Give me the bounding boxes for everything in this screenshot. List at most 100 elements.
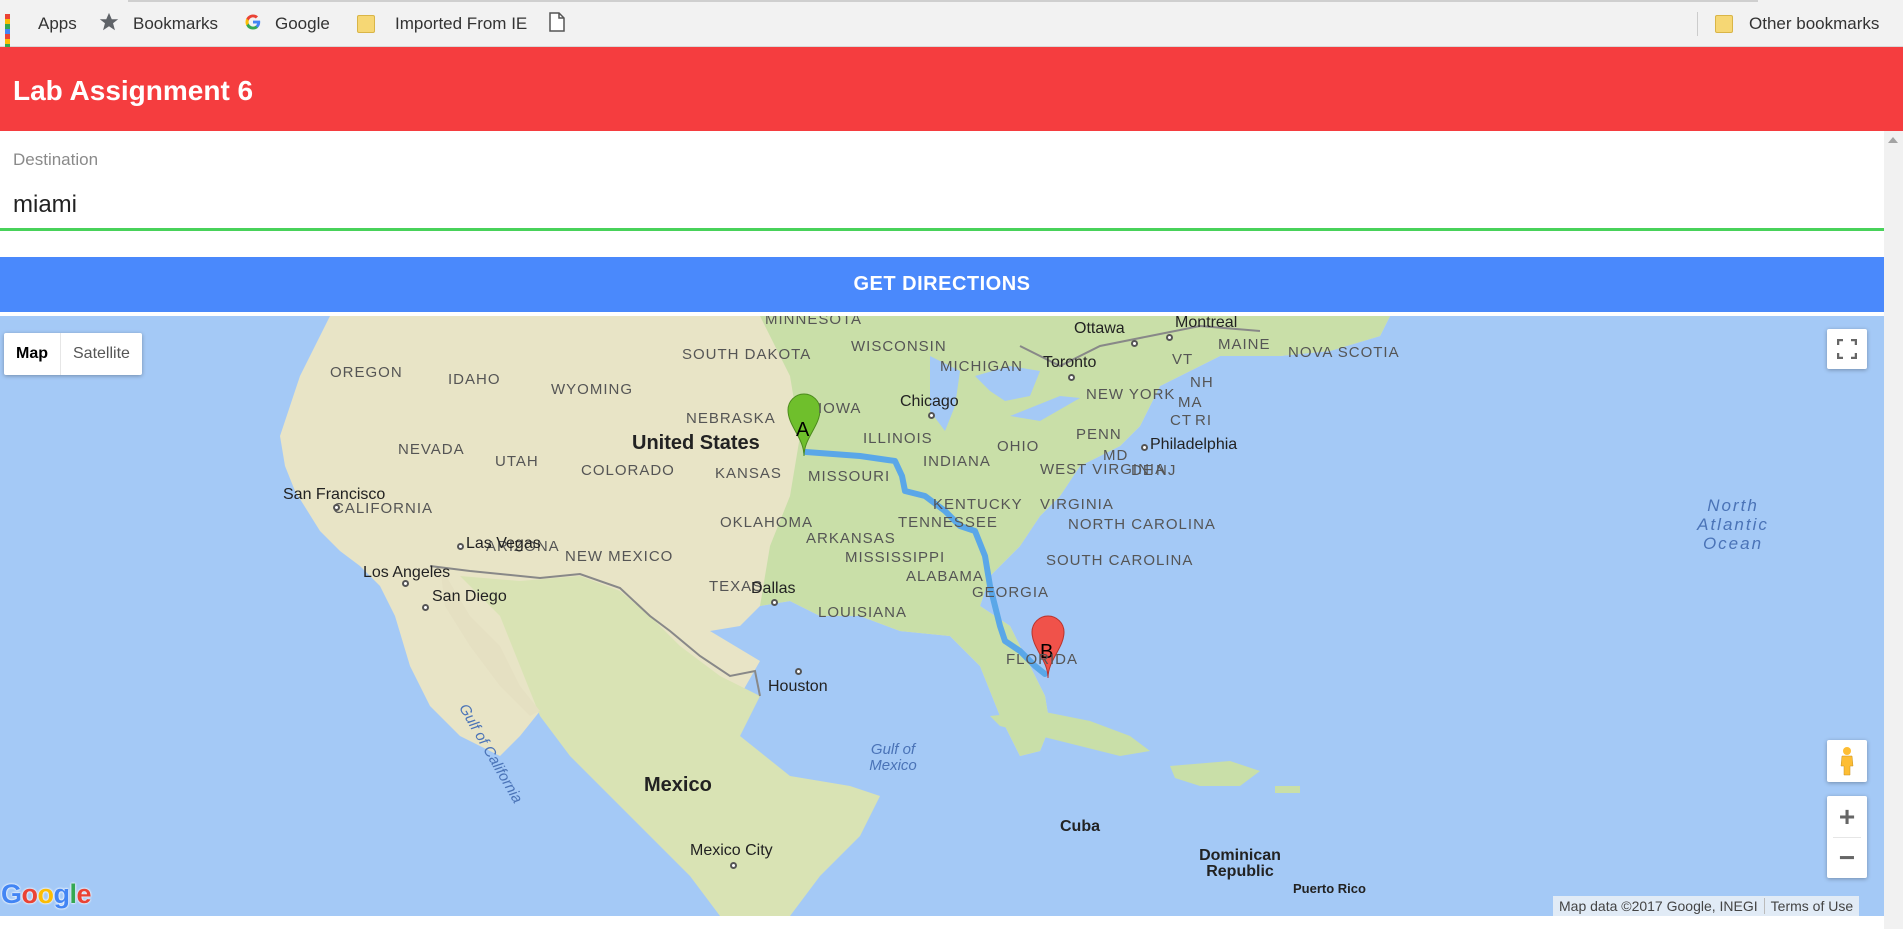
bookmark-bookmarks[interactable]: Bookmarks [98, 11, 219, 38]
state-label: MINNESOTA [765, 316, 863, 328]
marker-a-label: A [796, 419, 811, 441]
bookmark-imported-from-ie[interactable]: Imported From IE [357, 13, 527, 35]
city-label: Dallas [751, 580, 796, 597]
city-label: Montreal [1175, 316, 1238, 331]
country-label: Dominican Republic [1199, 847, 1281, 880]
city-label: Ottawa [1074, 320, 1125, 337]
street-view-button[interactable] [1827, 740, 1867, 782]
folder-icon [357, 15, 375, 33]
map-type-control: Map Satellite [4, 333, 142, 375]
city-label: Houston [768, 678, 828, 695]
state-label: NEVADA [398, 441, 465, 458]
state-label: ALABAMA [906, 568, 984, 585]
city-label: Toronto [1043, 354, 1097, 371]
state-label: MD [1103, 447, 1129, 464]
map-type-satellite-button[interactable]: Satellite [61, 333, 142, 375]
state-label: IOWA [818, 400, 862, 417]
state-label: CT [1170, 412, 1192, 429]
country-label: Puerto Rico [1293, 881, 1366, 896]
state-label: NORTH CAROLINA [1068, 516, 1216, 533]
state-label: SOUTH DAKOTA [682, 346, 812, 363]
state-label: NH [1190, 374, 1214, 391]
state-label: UTAH [495, 453, 539, 470]
state-label: OHIO [997, 438, 1040, 455]
state-label: INDIANA [923, 453, 991, 470]
page-scrollbar[interactable] [1884, 131, 1903, 929]
bookmark-page[interactable] [549, 11, 578, 35]
country-label: Cuba [1060, 818, 1100, 835]
scroll-up-arrow-icon[interactable] [1888, 137, 1898, 143]
state-label: FLORIDA [1006, 651, 1079, 668]
state-label: WYOMING [551, 381, 633, 398]
city-marker [457, 543, 464, 550]
bookmarks-bar: Apps Bookmarks Google Imported From IE O… [0, 0, 1903, 59]
state-label: LOUISIANA [818, 604, 908, 621]
state-label: OKLAHOMA [720, 514, 814, 531]
city-marker [1166, 334, 1173, 341]
country-label: Mexico [644, 774, 712, 796]
fullscreen-button[interactable] [1827, 329, 1867, 369]
state-label: MISSOURI [808, 468, 891, 485]
terms-of-use-link[interactable]: Terms of Use [1763, 898, 1859, 914]
state-label: MA [1178, 394, 1203, 411]
city-marker [795, 668, 802, 675]
state-label: OREGON [330, 364, 403, 381]
state-label: VT [1172, 351, 1194, 368]
water-label: Gulf of Mexico [869, 741, 917, 774]
zoom-control: + − [1827, 796, 1867, 878]
app-header: Lab Assignment 6 [0, 47, 1903, 131]
state-label: KANSAS [715, 465, 782, 482]
city-label: Mexico City [690, 842, 773, 859]
city-label: Las Vegas [466, 535, 541, 552]
city-label: San Francisco [283, 486, 386, 503]
country-label: United States [632, 432, 760, 454]
city-label: San Diego [432, 588, 507, 605]
bookmark-other-label: Other bookmarks [1749, 14, 1880, 33]
state-label: MICHIGAN [940, 358, 1023, 375]
state-label: DE [1131, 462, 1154, 479]
state-label: WISCONSIN [851, 338, 947, 355]
apps-grid-icon [5, 14, 25, 59]
city-marker [1141, 444, 1148, 451]
city-marker [771, 599, 778, 606]
state-label: NOVA SCOTIA [1288, 344, 1400, 361]
zoom-in-button[interactable]: + [1827, 796, 1867, 837]
state-label: COLORADO [581, 462, 675, 479]
bookmark-bookmarks-label: Bookmarks [133, 14, 219, 33]
zoom-separator [1833, 837, 1861, 838]
bookmarks-separator [1697, 12, 1698, 36]
state-label: MAINE [1218, 336, 1271, 353]
map-canvas[interactable]: A B OREGON IDAHO WYOMING SOUTH DAKOTA NE… [0, 316, 1884, 916]
water-label: North Atlantic Ocean [1697, 496, 1769, 553]
destination-label: Destination [13, 150, 99, 169]
page-title: Lab Assignment 6 [13, 75, 254, 106]
zoom-out-button[interactable]: − [1827, 837, 1867, 878]
state-label: KENTUCKY [933, 496, 1023, 513]
city-marker [1131, 340, 1138, 347]
google-g-icon [244, 13, 262, 36]
city-label: Los Angeles [363, 564, 451, 581]
state-label: SOUTH CAROLINA [1046, 552, 1194, 569]
puerto-rico-land [1275, 786, 1300, 793]
bookmark-other[interactable]: Other bookmarks [1715, 13, 1879, 35]
pegman-icon [1840, 747, 1854, 776]
bookmark-apps[interactable]: Apps [5, 13, 77, 59]
get-directions-button[interactable]: GET DIRECTIONS [0, 257, 1884, 312]
city-marker [1068, 374, 1075, 381]
city-marker [333, 504, 340, 511]
google-logo[interactable]: Google [1, 879, 92, 910]
city-label: Philadelphia [1150, 436, 1238, 453]
state-label: RI [1195, 412, 1212, 429]
state-label: NJ [1156, 462, 1177, 479]
city-marker [730, 862, 737, 869]
city-marker [928, 412, 935, 419]
bookmark-google[interactable]: Google [244, 13, 330, 35]
hispaniola-land [1170, 761, 1260, 786]
star-icon [98, 11, 120, 38]
destination-input[interactable] [13, 190, 1873, 220]
state-label: NEBRASKA [686, 410, 776, 427]
state-label: NEW MEXICO [565, 548, 674, 565]
state-label: VIRGINIA [1040, 496, 1114, 513]
state-label: ARKANSAS [806, 530, 896, 547]
map-type-map-button[interactable]: Map [4, 333, 61, 375]
